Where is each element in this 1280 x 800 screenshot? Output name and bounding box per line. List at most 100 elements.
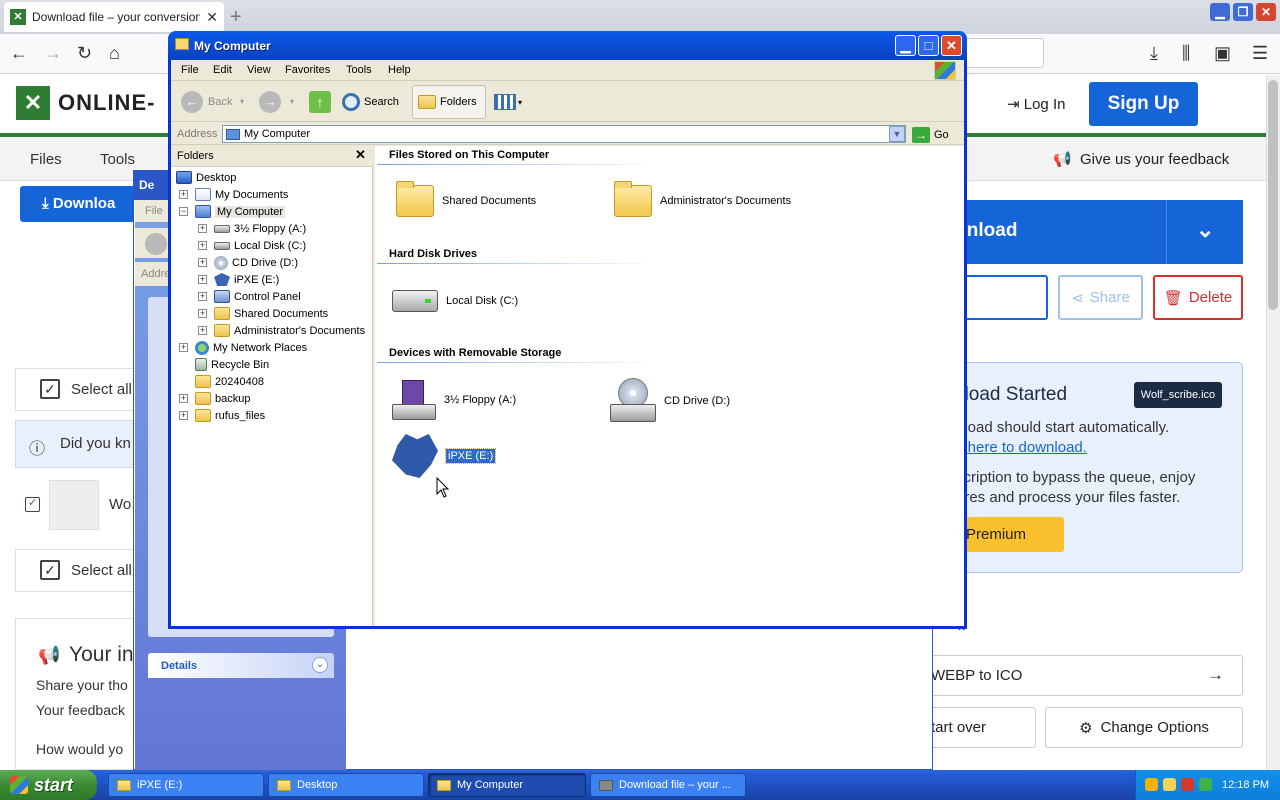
menu-edit[interactable]: Edit — [213, 64, 232, 76]
checkbox-checked-icon[interactable]: ✓ — [40, 560, 60, 580]
expand-icon[interactable]: + — [198, 258, 207, 267]
new-tab-button[interactable]: + — [230, 6, 242, 29]
item-admin-documents[interactable]: Administrator's Documents — [614, 181, 791, 217]
home-icon[interactable]: ⌂ — [109, 43, 120, 64]
expand-icon[interactable]: + — [198, 275, 207, 284]
reload-icon[interactable]: ↻ — [77, 43, 92, 64]
forward-arrow-icon[interactable]: → — [44, 43, 62, 64]
feedback-link[interactable]: 📢 Give us your feedback — [1053, 150, 1229, 168]
share-button[interactable]: ⋖ Share — [1058, 275, 1143, 320]
back-button-label[interactable]: Back — [208, 96, 232, 108]
up-folder-icon[interactable]: ↑ — [309, 91, 331, 113]
tree-node-backup[interactable]: backup — [195, 390, 250, 407]
tree-node-my-computer[interactable]: My Computer — [195, 203, 286, 220]
tree-node-desktop[interactable]: Desktop — [176, 169, 236, 186]
back-dropdown-icon[interactable]: ▾ — [240, 97, 244, 106]
tray-shield-icon[interactable] — [1163, 778, 1176, 791]
file-checkbox-icon[interactable]: ✓ — [25, 497, 40, 512]
item-floppy[interactable]: 3½ Floppy (A:) — [392, 380, 516, 420]
site-logo-icon[interactable]: ✕ — [16, 86, 50, 120]
tray-security-icon[interactable] — [1181, 778, 1194, 791]
expand-icon[interactable]: + — [198, 224, 207, 233]
url-bar[interactable] — [960, 38, 1044, 68]
start-over-button[interactable]: tart over — [930, 707, 1036, 748]
downloads-icon[interactable]: ⤓ — [1150, 43, 1158, 64]
item-shared-documents[interactable]: Shared Documents — [396, 181, 536, 217]
tab-close-icon[interactable]: ✕ — [206, 9, 218, 26]
tree-node-recycle-bin[interactable]: Recycle Bin — [195, 356, 269, 373]
chevron-down-icon[interactable]: ⌄ — [1196, 217, 1214, 243]
details-panel-header[interactable]: Details — [148, 653, 334, 678]
file-row[interactable]: ✓ Wo — [15, 478, 140, 533]
explorer-minimize-button[interactable]: ▁ — [895, 35, 916, 56]
login-link[interactable]: ⇥ Log In — [1007, 95, 1065, 113]
browser-restore-button[interactable]: ❐ — [1233, 3, 1253, 21]
download-button[interactable]: ⤓ Downloa — [20, 186, 136, 222]
select-all-row-2[interactable]: ✓ Select all — [15, 549, 140, 592]
start-button[interactable]: start — [0, 770, 97, 800]
item-ipxe[interactable]: iPXE (E:) — [392, 434, 497, 478]
nav-tools[interactable]: Tools — [100, 151, 135, 168]
back-icon[interactable] — [145, 233, 167, 255]
tree-node-rufus-files[interactable]: rufus_files — [195, 407, 265, 424]
signup-button[interactable]: Sign Up — [1089, 82, 1198, 126]
tree-node-network-places[interactable]: My Network Places — [195, 339, 307, 356]
tree-node-shared-documents[interactable]: Shared Documents — [214, 305, 328, 322]
desktop-window-title[interactable]: De — [133, 170, 173, 200]
browser-minimize-button[interactable]: ▁ — [1210, 3, 1230, 21]
checkbox-checked-icon[interactable]: ✓ — [40, 379, 60, 399]
expand-icon[interactable]: + — [198, 326, 207, 335]
explorer-maximize-button[interactable]: □ — [918, 35, 939, 56]
nav-files[interactable]: Files — [30, 151, 62, 168]
back-arrow-icon[interactable]: ← — [181, 91, 203, 113]
tree-node-my-documents[interactable]: My Documents — [195, 186, 288, 203]
menu-favorites[interactable]: Favorites — [285, 64, 330, 76]
site-logo-text[interactable]: ONLINE- — [58, 90, 155, 116]
collapse-icon[interactable]: − — [179, 207, 188, 216]
download-main-button[interactable]: wnload ⌄ — [930, 200, 1243, 264]
item-local-disk[interactable]: Local Disk (C:) — [392, 290, 518, 312]
menu-file[interactable]: File — [181, 64, 199, 76]
back-arrow-icon[interactable]: ← — [10, 43, 28, 64]
explorer-close-button[interactable]: ✕ — [941, 35, 962, 56]
task-my-computer[interactable]: My Computer — [428, 773, 586, 797]
tree-node-control-panel[interactable]: Control Panel — [214, 288, 301, 305]
menu-view[interactable]: View — [247, 64, 271, 76]
forward-arrow-icon[interactable]: → — [259, 91, 281, 113]
library-icon[interactable]: ⫼ — [1182, 43, 1190, 64]
task-ipxe[interactable]: iPXE (E:) — [108, 773, 264, 797]
menu-help[interactable]: Help — [388, 64, 411, 76]
tray-network-icon[interactable] — [1145, 778, 1158, 791]
views-button[interactable]: ▾ — [494, 92, 528, 112]
expand-icon[interactable]: + — [179, 411, 188, 420]
browser-tab[interactable]: ✕ Download file – your conversion w ✕ — [4, 2, 224, 32]
page-scrollbar-thumb[interactable] — [1268, 80, 1278, 310]
expand-icon[interactable]: + — [198, 309, 207, 318]
item-cd-drive[interactable]: CD Drive (D:) — [610, 378, 730, 424]
expand-chevron-icon[interactable]: ⌄ — [312, 657, 328, 673]
tree-node-20240408[interactable]: 20240408 — [195, 373, 264, 390]
tree-node-floppy[interactable]: 3½ Floppy (A:) — [214, 220, 306, 237]
menu-icon[interactable]: ☰ — [1252, 43, 1268, 64]
tray-update-icon[interactable] — [1199, 778, 1212, 791]
tree-node-ipxe[interactable]: iPXE (E:) — [214, 271, 279, 288]
go-button[interactable]: → Go — [912, 126, 962, 143]
folders-button[interactable]: Folders — [412, 85, 486, 119]
folders-close-icon[interactable]: ✕ — [355, 147, 366, 163]
tree-node-cd-drive[interactable]: CD Drive (D:) — [214, 254, 298, 271]
webp-to-ico-link[interactable]: WEBP to ICO → — [930, 655, 1243, 696]
address-dropdown-icon[interactable]: ▼ — [889, 126, 905, 142]
tree-node-local-disk[interactable]: Local Disk (C:) — [214, 237, 306, 254]
tree-node-admin-documents[interactable]: Administrator's Documents — [214, 322, 365, 339]
delete-button[interactable]: 🗑 Delete — [1153, 275, 1243, 320]
menu-tools[interactable]: Tools — [346, 64, 372, 76]
click-to-download-link[interactable]: k here to download. — [956, 439, 1087, 456]
expand-icon[interactable]: + — [179, 190, 188, 199]
address-field[interactable]: My Computer — [222, 125, 906, 143]
sidebar-icon[interactable]: ▣ — [1214, 43, 1231, 64]
expand-icon[interactable]: + — [179, 343, 188, 352]
change-options-button[interactable]: ⚙ Change Options — [1045, 707, 1243, 748]
select-all-row[interactable]: ✓ Select all — [15, 368, 140, 411]
task-browser[interactable]: Download file – your ... — [590, 773, 746, 797]
explorer-titlebar[interactable] — [168, 31, 967, 60]
